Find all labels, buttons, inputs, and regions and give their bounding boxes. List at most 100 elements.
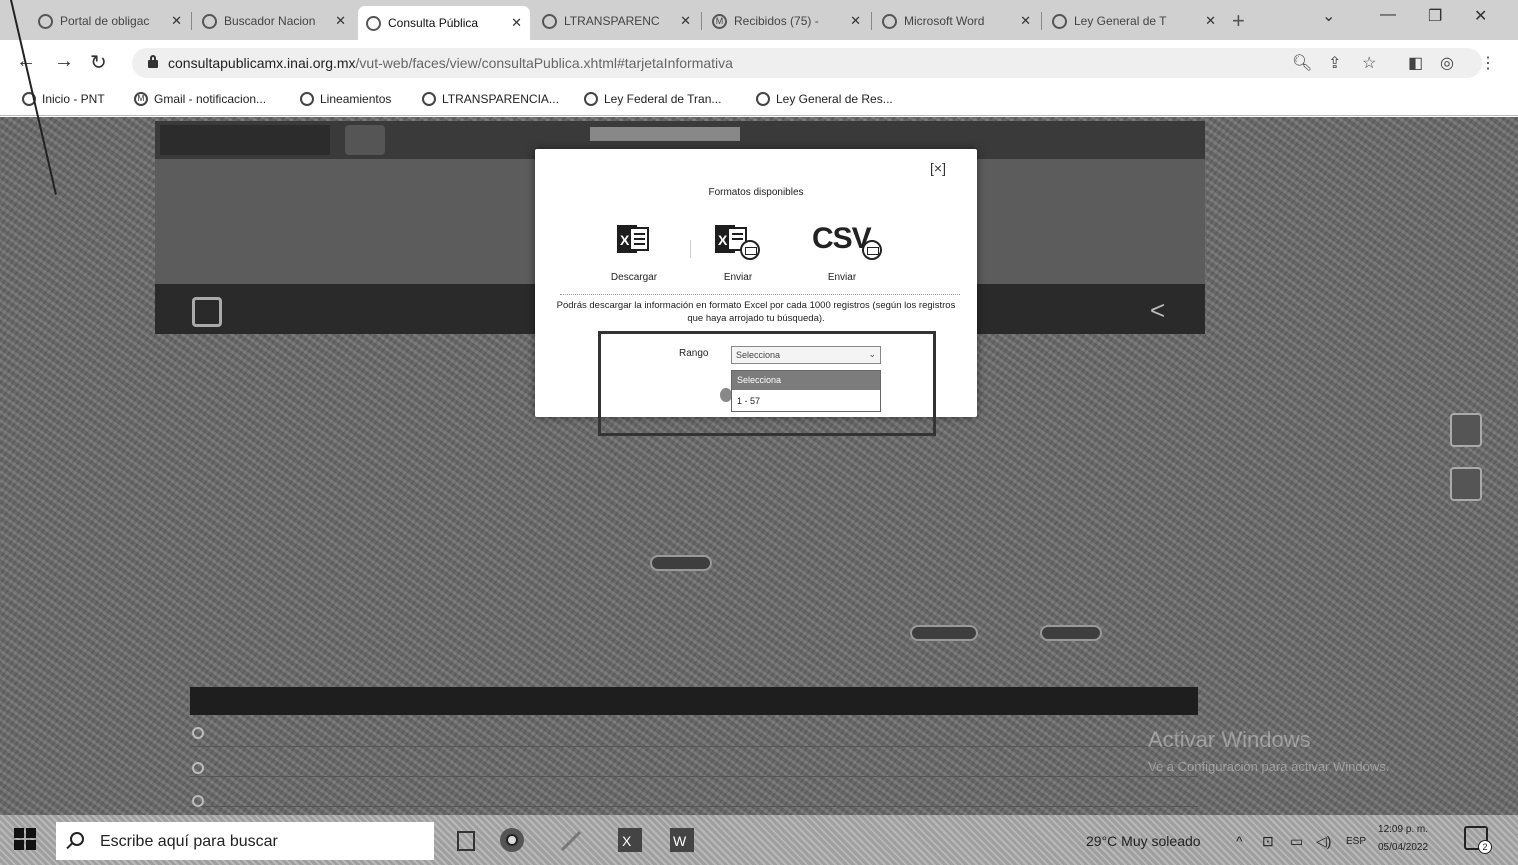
share-icon: < [1150, 295, 1166, 325]
activate-windows-subtitle: Ve a Configuración para activar Windows. [1148, 759, 1390, 774]
pnt-icon [38, 13, 53, 29]
tab-ltransparencia[interactable]: LTRANSPARENC ✕ [534, 6, 699, 36]
side-panel-icon[interactable]: ◧ [1408, 53, 1423, 73]
tab-buscador[interactable]: Buscador Nacion ✕ [194, 6, 354, 36]
tab-separator [1041, 12, 1042, 30]
task-view-icon[interactable] [450, 824, 482, 856]
bookmark-lineamientos[interactable]: Lineamientos [300, 92, 391, 106]
table-row [190, 777, 1198, 807]
show-hidden-icons-icon[interactable]: ^ [1236, 833, 1243, 849]
word-app-icon[interactable]: W [666, 824, 698, 856]
language-indicator[interactable]: ESP [1346, 836, 1366, 847]
close-tab-icon[interactable]: ✕ [165, 13, 182, 29]
tab-label: Buscador Nacion [224, 14, 316, 28]
close-tab-icon[interactable]: ✕ [505, 15, 522, 31]
tab-label: Microsoft Word [904, 14, 985, 28]
modal-title: Formatos disponibles [708, 187, 804, 198]
notification-count: 2 [1478, 840, 1492, 854]
restore-button[interactable]: ❐ [1428, 6, 1442, 26]
reload-button[interactable]: ↻ [90, 50, 107, 75]
modal-divider [560, 294, 960, 295]
excel-icon[interactable]: X [616, 222, 650, 256]
tab-search-icon[interactable]: ⌄ [1322, 6, 1335, 26]
tab-separator [871, 12, 872, 30]
svg-text:X: X [718, 232, 728, 248]
globe-icon [542, 13, 557, 29]
svg-text:X: X [622, 833, 632, 849]
row-radio [192, 727, 204, 739]
close-tab-icon[interactable]: ✕ [1014, 13, 1031, 29]
close-tab-icon[interactable]: ✕ [674, 13, 691, 29]
bookmark-ltransparencia[interactable]: LTRANSPARENCIA... [422, 92, 559, 106]
table-row [190, 717, 1198, 747]
tab-separator [191, 12, 192, 30]
format-label-descargar[interactable]: Descargar [599, 272, 669, 283]
network-icon[interactable]: ⊡ [1262, 833, 1274, 850]
menu-icon[interactable]: ⋮ [1480, 53, 1496, 73]
range-select[interactable]: Selecciona ⌄ [731, 346, 881, 364]
page-button-2 [1040, 625, 1102, 641]
lock-icon[interactable] [148, 55, 158, 68]
close-window-button[interactable]: ✕ [1474, 6, 1487, 26]
range-option-selecciona[interactable]: Selecciona [732, 371, 880, 390]
modal-close-button[interactable]: [×] [930, 160, 946, 176]
inai-logo [345, 125, 385, 155]
zoom-icon[interactable]: 🔍︎ [1292, 53, 1312, 73]
clock-time: 12:09 p. m. [1378, 824, 1429, 835]
row-radio [192, 795, 204, 807]
weather-status[interactable]: 29°C Muy soleado [1086, 833, 1201, 849]
system-clock[interactable]: 12:09 p. m. 05/04/2022 [1378, 821, 1428, 857]
tab-consulta-publica[interactable]: Consulta Pública ✕ [358, 6, 530, 40]
bookmark-ley-federal[interactable]: Ley Federal de Tran... [584, 92, 721, 106]
mail-icon [862, 240, 882, 260]
new-tab-button[interactable]: + [1232, 8, 1245, 34]
chrome-icon[interactable] [496, 824, 528, 856]
page-button-1 [910, 625, 978, 641]
tab-label: Recibidos (75) - [734, 14, 819, 28]
svg-text:X: X [620, 232, 630, 248]
range-option-1-57[interactable]: 1 - 57 [732, 392, 880, 411]
gmail-icon: M [712, 13, 727, 29]
notifications-icon[interactable]: 2 [1464, 826, 1492, 854]
share-icon[interactable]: ⇪ [1328, 53, 1341, 73]
database-icon [192, 297, 222, 327]
tab-separator [701, 12, 702, 30]
bookmark-ley-general[interactable]: Ley General de Res... [756, 92, 893, 106]
tab-portal[interactable]: Portal de obligac ✕ [30, 6, 190, 36]
tab-label: Ley General de T [1074, 14, 1167, 28]
clock-date: 05/04/2022 [1378, 842, 1429, 853]
close-tab-icon[interactable]: ✕ [844, 13, 861, 29]
results-table-header [190, 687, 1198, 715]
close-tab-icon[interactable]: ✕ [329, 13, 346, 29]
forward-button[interactable]: → [54, 50, 74, 73]
format-label-enviar-excel[interactable]: Enviar [703, 272, 773, 283]
globe-icon [882, 13, 897, 29]
tab-gmail[interactable]: M Recibidos (75) - ✕ [704, 6, 869, 36]
windows-start-icon[interactable] [14, 828, 36, 850]
tab-ley-general[interactable]: Ley General de T ✕ [1044, 6, 1224, 36]
display-icon[interactable]: ▭ [1290, 833, 1303, 850]
document-icon [1052, 13, 1067, 29]
minimize-button[interactable]: — [1380, 6, 1396, 24]
svg-text:W: W [673, 833, 687, 849]
format-label-enviar-csv[interactable]: Enviar [807, 272, 877, 283]
globe-icon [756, 92, 770, 106]
bookmark-gmail[interactable]: M Gmail - notificacion... [134, 92, 266, 106]
site-logo [160, 125, 330, 155]
excel-app-icon[interactable]: X [614, 824, 646, 856]
taskbar-search-placeholder[interactable]: Escribe aquí para buscar [100, 833, 278, 851]
profile-icon[interactable]: ◎ [1440, 53, 1454, 73]
range-label: Rango [679, 348, 709, 359]
mail-icon [740, 240, 760, 260]
globe-icon [422, 92, 436, 106]
bookmark-star-icon[interactable]: ☆ [1362, 53, 1376, 73]
pen-app-icon[interactable] [556, 824, 588, 856]
url-text[interactable]: consultapublicamx.inai.org.mx/vut-web/fa… [168, 55, 733, 71]
pnt-icon [202, 13, 217, 29]
consultar-button [650, 555, 712, 571]
volume-icon[interactable]: ◁) [1316, 833, 1331, 850]
tab-label: Consulta Pública [388, 16, 479, 30]
close-tab-icon[interactable]: ✕ [1199, 13, 1216, 29]
tab-word[interactable]: Microsoft Word ✕ [874, 6, 1039, 36]
search-icon [70, 832, 84, 846]
